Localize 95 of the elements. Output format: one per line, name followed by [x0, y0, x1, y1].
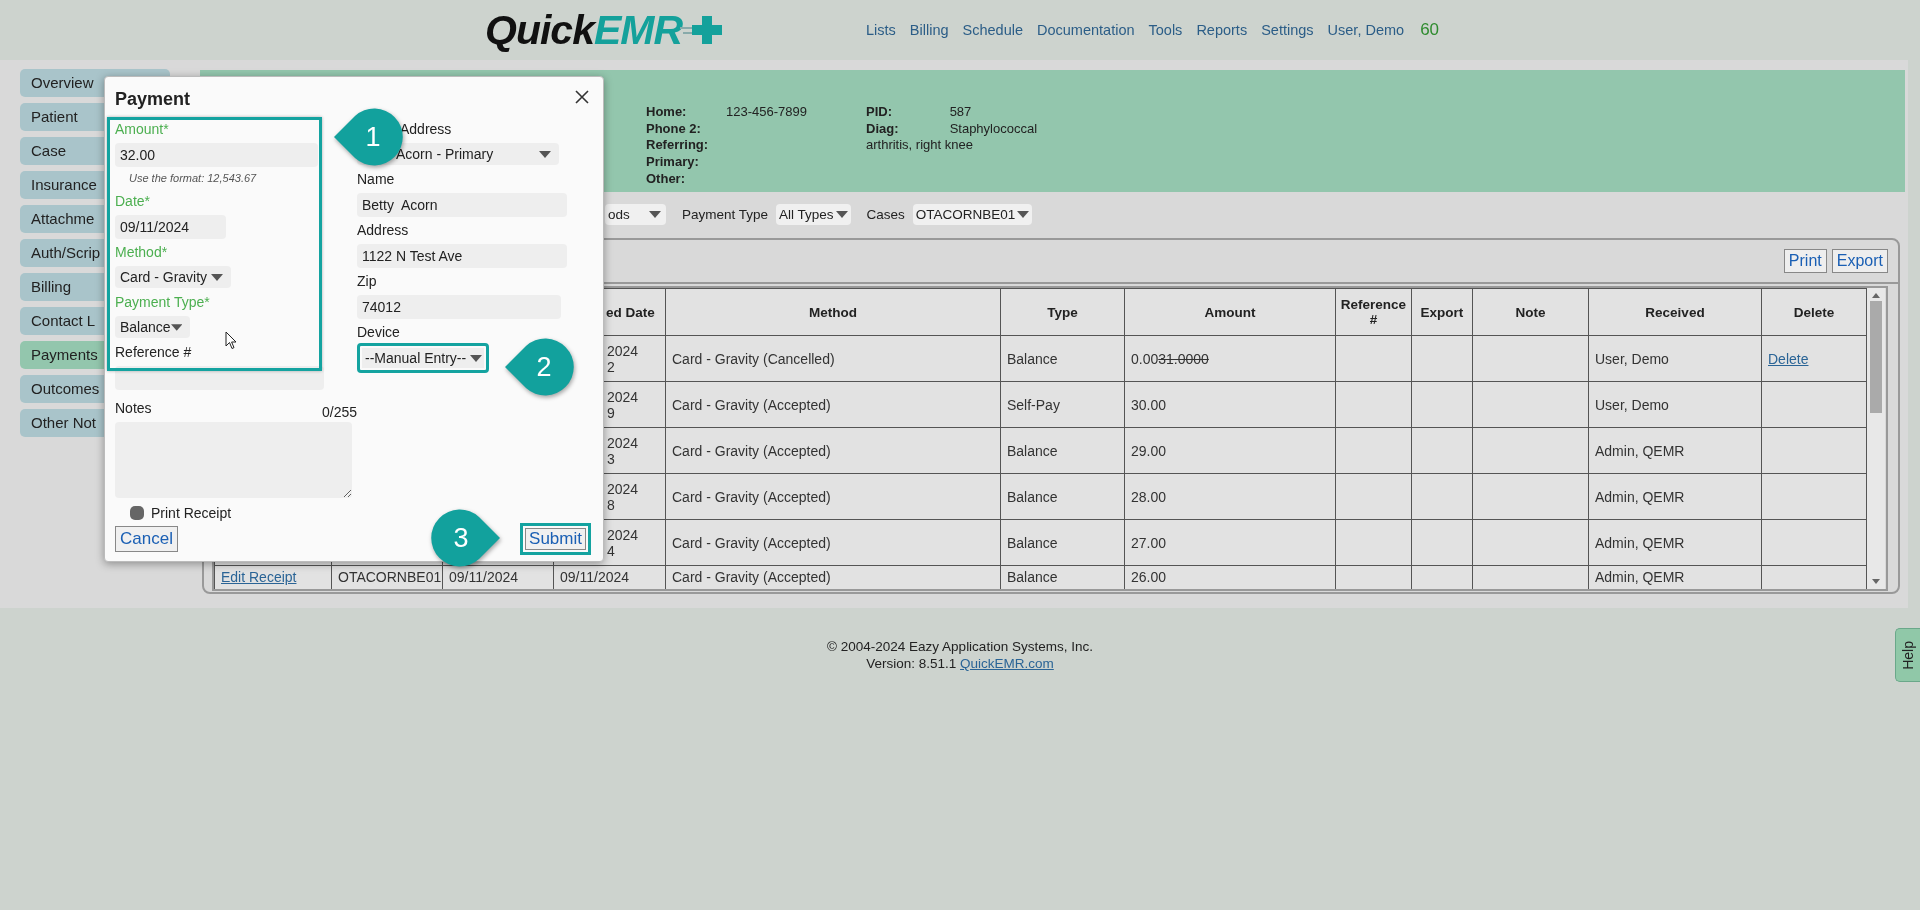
table-cell: User, Demo: [1588, 381, 1762, 428]
table-cell: Balance: [1000, 427, 1125, 474]
counter: 60: [1420, 20, 1440, 40]
select-field[interactable]: Card - Gravity: [115, 266, 231, 288]
step-callout: 3: [431, 508, 501, 568]
field-label: PID:: [866, 104, 893, 121]
scroll-thumb[interactable]: [1870, 301, 1882, 413]
field-label: Address: [357, 222, 409, 238]
table-cell: 29.00: [1124, 427, 1336, 474]
column-header: Reference #: [1335, 288, 1412, 336]
character-counter: 0/255: [321, 404, 357, 420]
select-field[interactable]: Balance: [115, 316, 190, 338]
table-cell: Admin, QEMR: [1588, 473, 1762, 520]
field-label: Diag:: [866, 120, 900, 138]
filter-label: Payment Type: [682, 206, 769, 222]
select-field[interactable]: --Manual Entry--: [357, 343, 489, 373]
field-value: Staphylococcal: [949, 120, 1038, 136]
column-header: Method: [665, 288, 1001, 336]
table-cell: Admin, QEMR: [1588, 519, 1762, 566]
field-label: Address: [400, 121, 452, 137]
nav-link[interactable]: Lists: [866, 22, 896, 38]
nav-link[interactable]: Schedule: [962, 22, 1023, 38]
caret-icon: [211, 273, 223, 281]
text-field[interactable]: 32.00: [115, 143, 318, 167]
text-field[interactable]: 74012: [357, 295, 561, 319]
nav-link[interactable]: Billing: [909, 22, 949, 38]
nav-link[interactable]: Tools: [1148, 22, 1183, 38]
field-label: Primary:: [646, 154, 700, 171]
toolbar-button[interactable]: Export: [1831, 249, 1888, 273]
table-cell: 28.00: [1124, 473, 1336, 520]
mouse-pointer-icon: [225, 331, 237, 350]
table-cell: Self-Pay: [1000, 381, 1125, 428]
toolbar-button[interactable]: Print: [1783, 249, 1827, 273]
website-link[interactable]: QuickEMR.com: [960, 656, 1054, 671]
filter-select[interactable]: OTACORNBE01: [912, 203, 1033, 225]
table-cell: 30.00: [1124, 381, 1336, 428]
notes-field[interactable]: [115, 422, 352, 498]
table-cell: Card - Gravity (Accepted): [665, 519, 1001, 566]
filter-label: Cases: [866, 206, 905, 222]
column-header: Note: [1472, 288, 1589, 336]
close-icon[interactable]: [575, 90, 589, 104]
field-label: Phone 2:: [646, 120, 702, 138]
filter-select[interactable]: All Types: [776, 203, 851, 225]
version-text: Version: 8.51.1: [866, 656, 957, 671]
text-field[interactable]: 09/11/2024: [115, 215, 226, 239]
table-cell: Balance: [1000, 519, 1125, 566]
delete-link[interactable]: Delete: [1768, 350, 1809, 367]
nav-link[interactable]: Documentation: [1037, 22, 1135, 38]
scroll-down-icon[interactable]: [1872, 579, 1880, 584]
nav-link[interactable]: User, Demo: [1327, 22, 1405, 38]
table-cell: Admin, QEMR: [1588, 427, 1762, 474]
nav-link[interactable]: Settings: [1261, 22, 1314, 38]
table-cell: Balance: [1000, 335, 1125, 382]
checkbox[interactable]: [130, 506, 144, 520]
scrollbar[interactable]: [1867, 288, 1885, 589]
field-label: Referring:: [646, 137, 710, 155]
table-cell: 27.00: [1124, 519, 1336, 566]
text-field[interactable]: 1122 N Test Ave: [357, 244, 567, 268]
caret-icon: [470, 354, 482, 362]
field-label: Other:: [646, 170, 686, 188]
caret-icon: [539, 150, 551, 158]
column-header: Delete: [1761, 288, 1867, 336]
column-header: Type: [1000, 288, 1125, 336]
table-cell: 0.0031.0000: [1124, 335, 1336, 382]
column-header: Export: [1411, 288, 1473, 336]
table-cell: Balance: [1000, 473, 1125, 520]
field-label: Name: [357, 171, 395, 187]
column-header: Amount: [1124, 288, 1336, 336]
field-label: Home:: [646, 104, 688, 121]
logo-text: QuickEMR: [485, 6, 683, 54]
field-label: Device: [357, 324, 400, 340]
filter-select[interactable]: ods: [605, 203, 666, 225]
table-cell: Card - Gravity (Accepted): [665, 381, 1001, 428]
checkbox-label: Print Receipt: [151, 505, 232, 521]
field-label: Zip: [357, 273, 377, 289]
help-tab[interactable]: Help: [1895, 628, 1920, 682]
table-cell: User, Demo: [1588, 335, 1762, 382]
column-header: Received: [1588, 288, 1762, 336]
step-callout: 2: [504, 337, 574, 397]
submit-button[interactable]: Submit: [520, 523, 591, 555]
table-cell: Card - Gravity (Cancelled): [665, 335, 1001, 382]
caret-icon: [1017, 210, 1030, 218]
table-cell: Card - Gravity (Accepted): [665, 427, 1001, 474]
field-value: arthritis, right knee: [866, 137, 974, 155]
cancel-button[interactable]: Cancel: [115, 526, 178, 552]
field-value: 587: [949, 104, 972, 119]
table-cell: Card - Gravity (Accepted): [665, 473, 1001, 520]
caret-icon: [170, 323, 182, 331]
nav-link[interactable]: Reports: [1196, 22, 1248, 38]
text-field[interactable]: Betty Acorn: [357, 193, 567, 217]
scroll-up-icon[interactable]: [1872, 293, 1880, 298]
field-value: 123-456-7899: [726, 104, 807, 121]
caret-icon: [649, 210, 661, 218]
caret-icon: [835, 210, 848, 218]
field-label: Method*: [115, 244, 168, 260]
